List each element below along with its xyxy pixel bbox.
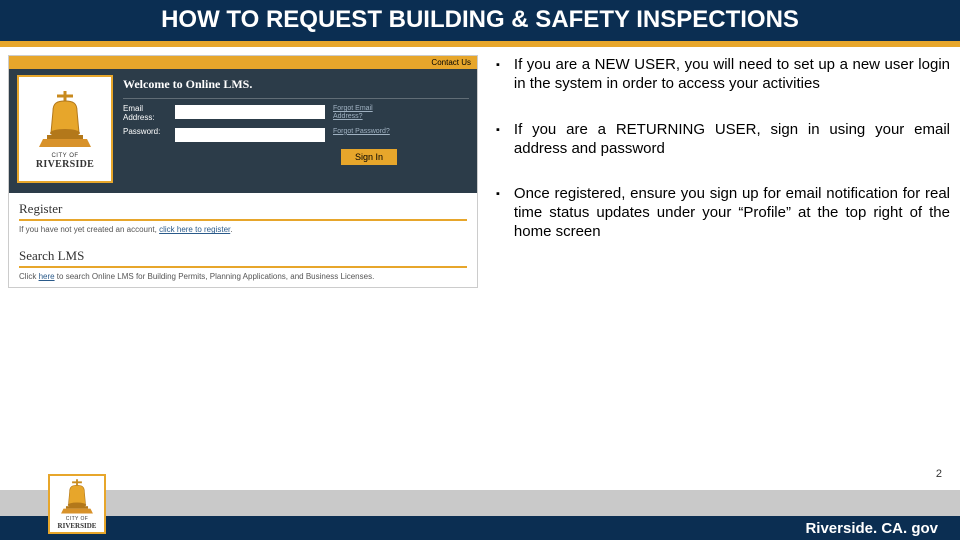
- password-label: Password:: [123, 128, 167, 137]
- footer-url[interactable]: Riverside. CA. gov: [805, 520, 938, 537]
- login-form: Welcome to Online LMS. Email Address: Fo…: [123, 75, 469, 165]
- forgot-email-link[interactable]: Forgot Email Address?: [333, 105, 393, 120]
- bullet-1: If you are a NEW USER, you will need to …: [514, 55, 950, 93]
- login-band: CITY OF RIVERSIDE Welcome to Online LMS.…: [9, 69, 477, 193]
- search-link[interactable]: here: [39, 272, 55, 281]
- email-label: Email Address:: [123, 105, 167, 123]
- footer-logo-riverside: RIVERSIDE: [58, 522, 97, 530]
- page-number: 2: [936, 468, 942, 480]
- title-bar: HOW TO REQUEST BUILDING & SAFETY INSPECT…: [0, 0, 960, 47]
- password-field[interactable]: [175, 128, 325, 142]
- welcome-heading: Welcome to Online LMS.: [123, 77, 469, 92]
- search-text: Click here to search Online LMS for Buil…: [19, 272, 467, 281]
- footer-grey-bar: [0, 490, 960, 516]
- slide-footer: Riverside. CA. gov CITY OF RIVERSIDE: [0, 490, 960, 540]
- top-orange-bar: Contact Us: [9, 56, 477, 69]
- raincross-bell-icon: [37, 89, 93, 151]
- register-link[interactable]: click here to register: [159, 225, 230, 234]
- page-title: HOW TO REQUEST BUILDING & SAFETY INSPECT…: [0, 4, 960, 41]
- login-screenshot: Contact Us CITY OF RIVERSIDE Welcome to …: [8, 55, 478, 288]
- bullet-list: If you are a NEW USER, you will need to …: [496, 55, 950, 241]
- bullet-3: Once registered, ensure you sign up for …: [514, 184, 950, 242]
- sign-in-button[interactable]: Sign In: [341, 149, 397, 165]
- forgot-password-link[interactable]: Forgot Password?: [333, 128, 393, 136]
- instructions-column: If you are a NEW USER, you will need to …: [496, 55, 950, 288]
- title-underline: [0, 41, 960, 47]
- register-text: If you have not yet created an account, …: [19, 225, 467, 234]
- lower-panels: Register If you have not yet created an …: [9, 193, 477, 287]
- search-heading: Search LMS: [19, 248, 467, 264]
- city-logo: CITY OF RIVERSIDE: [17, 75, 113, 183]
- content-row: Contact Us CITY OF RIVERSIDE Welcome to …: [0, 47, 960, 288]
- register-rule: [19, 219, 467, 221]
- footer-navy-bar: Riverside. CA. gov: [0, 516, 960, 540]
- search-rule: [19, 266, 467, 268]
- divider: [123, 98, 469, 99]
- bullet-2: If you are a RETURNING USER, sign in usi…: [514, 120, 950, 158]
- email-field[interactable]: [175, 105, 325, 119]
- raincross-bell-icon: [59, 478, 95, 516]
- register-heading: Register: [19, 201, 467, 217]
- contact-us-link[interactable]: Contact Us: [431, 58, 471, 67]
- footer-city-logo: CITY OF RIVERSIDE: [48, 474, 106, 534]
- logo-riverside: RIVERSIDE: [36, 159, 94, 170]
